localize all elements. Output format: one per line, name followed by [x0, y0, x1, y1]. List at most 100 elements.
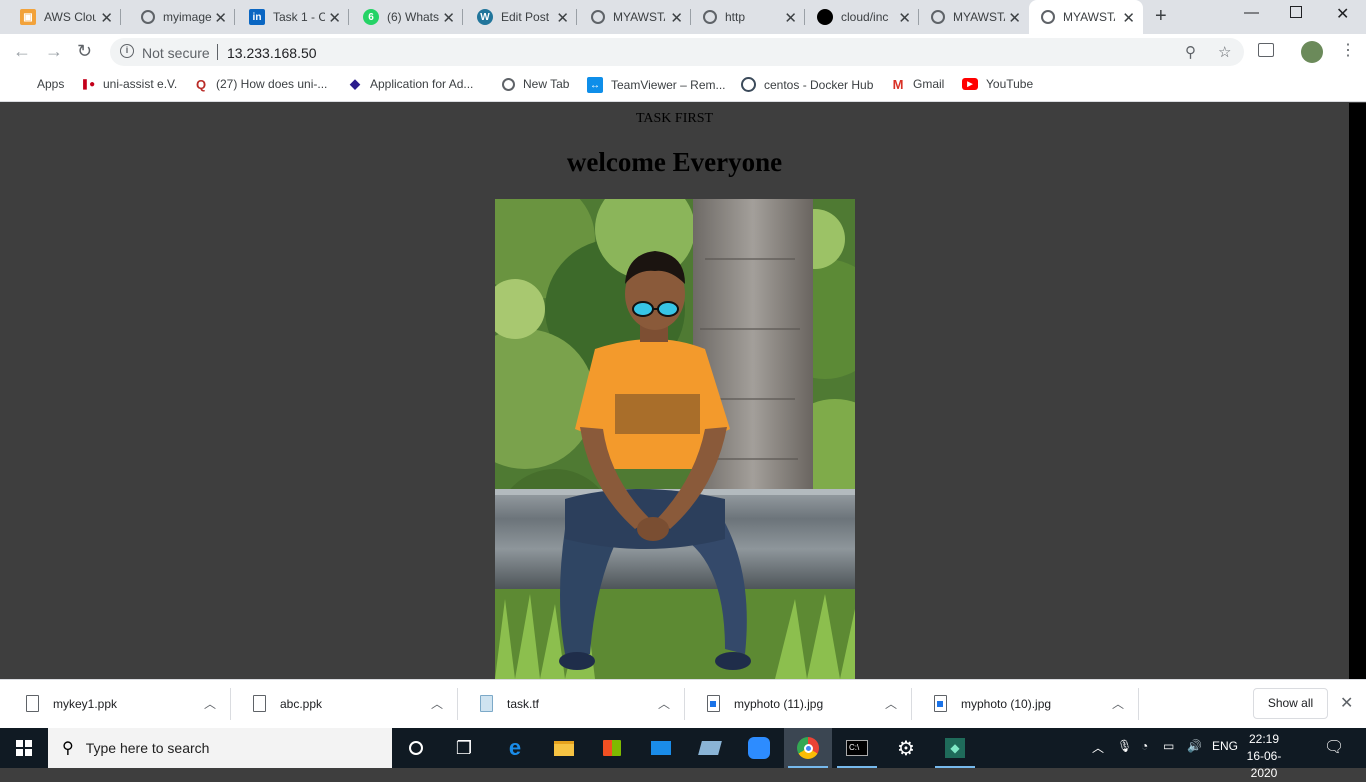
bookmark-label: (27) How does uni-... [216, 77, 328, 91]
close-icon[interactable]: ✕ [100, 9, 113, 27]
zoom-app-icon[interactable] [735, 728, 783, 768]
globe-icon [1041, 10, 1055, 24]
tab-myimage[interactable]: myimage ✕ [121, 0, 235, 34]
security-label[interactable]: Not secure [142, 45, 210, 61]
microphone-icon[interactable]: 🎙 [1117, 739, 1132, 753]
download-item[interactable]: abc.ppk ︿ [231, 680, 458, 728]
close-window-button[interactable]: ✕ [1336, 4, 1349, 24]
close-icon[interactable]: ✕ [784, 9, 797, 27]
address-bar[interactable]: i Not secure 13.233.168.50 ⚲ ☆ [110, 38, 1244, 66]
bookmark-youtube[interactable]: ▶ YouTube [962, 77, 1033, 91]
bookmark-application[interactable]: ◆ Application for Ad... [348, 76, 473, 91]
settings-gear-icon[interactable]: ⚙ [882, 728, 930, 768]
close-icon[interactable]: ✕ [1340, 693, 1353, 713]
close-icon[interactable]: ✕ [1122, 9, 1135, 27]
download-item[interactable]: task.tf ︿ [458, 680, 685, 728]
terminal-icon[interactable]: C:\ [833, 728, 881, 768]
chevron-up-icon[interactable]: ︿ [204, 695, 216, 712]
store-icon[interactable] [588, 728, 636, 768]
wordpress-icon: W [477, 9, 493, 25]
diamond-icon: ◆ [350, 76, 360, 91]
bookmark-new-tab[interactable]: New Tab [502, 77, 569, 91]
close-icon[interactable]: ✕ [670, 9, 683, 27]
close-icon[interactable]: ✕ [898, 9, 911, 27]
bookmark-apps[interactable]: Apps [15, 77, 64, 91]
battery-icon[interactable]: ▭ [1163, 739, 1174, 753]
tab-title: MYAWSTA [1063, 10, 1115, 24]
bookmark-docker-hub[interactable]: centos - Docker Hub [741, 77, 873, 92]
url-text[interactable]: 13.233.168.50 [227, 45, 317, 61]
chevron-up-icon[interactable]: ︿ [1092, 739, 1104, 756]
bookmarks-bar: Apps ❚● uni-assist e.V. Q (27) How does … [0, 70, 1366, 102]
download-item[interactable]: myphoto (11).jpg ︿ [685, 680, 912, 728]
volume-icon[interactable]: 🔊 [1187, 739, 1202, 753]
tab-myawsta-active[interactable]: MYAWSTA ✕ [1029, 0, 1143, 34]
globe-icon [703, 10, 717, 24]
avatar[interactable] [1301, 41, 1323, 63]
wifi-icon[interactable]: ◔ [1141, 739, 1148, 753]
show-all-button[interactable]: Show all [1253, 688, 1328, 719]
desktop-app-icon[interactable] [686, 728, 734, 768]
chevron-up-icon[interactable]: ︿ [1112, 695, 1124, 712]
bookmark-teamviewer[interactable]: ↔ TeamViewer – Rem... [587, 77, 726, 93]
start-button[interactable] [0, 728, 48, 768]
chevron-up-icon[interactable]: ︿ [658, 695, 670, 712]
tab-title: http [725, 10, 746, 24]
back-button[interactable]: ← [13, 41, 31, 62]
tab-aws[interactable]: ▣ AWS Clou ✕ [0, 0, 121, 34]
edge-icon[interactable]: e [491, 728, 539, 768]
tab-linkedin[interactable]: in Task 1 - C ✕ [235, 0, 349, 34]
tab-title: Task 1 - C [273, 10, 325, 24]
terraform-file-icon [480, 695, 493, 712]
download-item[interactable]: myphoto (10).jpg ︿ [912, 680, 1139, 728]
editor-app-icon[interactable]: ◆ [931, 728, 979, 768]
notification-icon[interactable]: 🗨 [1324, 737, 1344, 757]
menu-kebab-icon[interactable]: ⋮ [1340, 40, 1356, 60]
tab-myawsta-2[interactable]: MYAWSTA ✕ [919, 0, 1029, 34]
bookmark-gmail[interactable]: M Gmail [891, 77, 945, 92]
info-icon[interactable]: i [120, 44, 134, 58]
tab-wordpress[interactable]: W Edit Post ✕ [463, 0, 577, 34]
close-icon[interactable]: ✕ [1008, 9, 1021, 27]
close-icon[interactable]: ✕ [328, 9, 341, 27]
reload-button[interactable]: ↻ [77, 41, 92, 62]
zoom-icon[interactable]: ⚲ [1185, 43, 1196, 61]
chevron-up-icon[interactable]: ︿ [885, 695, 897, 712]
browser-toolbar: ← → ↻ i Not secure 13.233.168.50 ⚲ ☆ ⋮ [0, 34, 1366, 70]
cast-icon[interactable] [1258, 43, 1274, 57]
close-icon[interactable]: ✕ [214, 9, 227, 27]
tab-myawsta-1[interactable]: MYAWSTA ✕ [577, 0, 691, 34]
youtube-icon: ▶ [962, 78, 978, 90]
chrome-icon[interactable] [784, 728, 832, 768]
task-view-icon[interactable]: ❐ [440, 728, 488, 768]
tab-title: AWS Clou [44, 10, 96, 24]
globe-icon [591, 10, 605, 24]
tab-github[interactable]: cloud/inc ✕ [805, 0, 919, 34]
cortana-icon[interactable] [392, 728, 440, 768]
taskbar-search-box[interactable]: ⚲ Type here to search [48, 728, 392, 768]
restore-button[interactable] [1290, 6, 1302, 18]
mail-icon[interactable] [637, 728, 685, 768]
chevron-up-icon[interactable]: ︿ [431, 695, 443, 712]
forward-button[interactable]: → [45, 41, 63, 62]
clock[interactable]: 22:19 16-06-2020 [1234, 731, 1294, 782]
download-item[interactable]: mykey1.ppk ︿ [4, 680, 231, 728]
bookmark-star-icon[interactable]: ☆ [1218, 43, 1231, 61]
file-explorer-icon[interactable] [540, 728, 588, 768]
bookmark-uni-assist[interactable]: ❚● uni-assist e.V. [81, 77, 177, 91]
tab-whatsapp[interactable]: 6 (6) Whats ✕ [349, 0, 463, 34]
aws-box-icon: ▣ [20, 9, 36, 25]
bookmark-label: TeamViewer – Rem... [611, 78, 726, 92]
tab-title: Edit Post [501, 10, 550, 24]
close-icon[interactable]: ✕ [556, 9, 569, 27]
close-icon[interactable]: ✕ [442, 9, 455, 27]
new-tab-button[interactable]: + [1155, 5, 1167, 28]
tab-title: cloud/inc [841, 10, 889, 24]
page-subtitle: TASK FIRST [635, 111, 714, 126]
tab-http[interactable]: http ✕ [691, 0, 805, 34]
bookmark-quora[interactable]: Q (27) How does uni-... [194, 77, 328, 92]
download-separator [1138, 688, 1139, 720]
minimize-button[interactable]: — [1244, 4, 1259, 21]
bookmark-label: YouTube [986, 77, 1034, 91]
page-scrollbar[interactable] [1349, 103, 1366, 679]
